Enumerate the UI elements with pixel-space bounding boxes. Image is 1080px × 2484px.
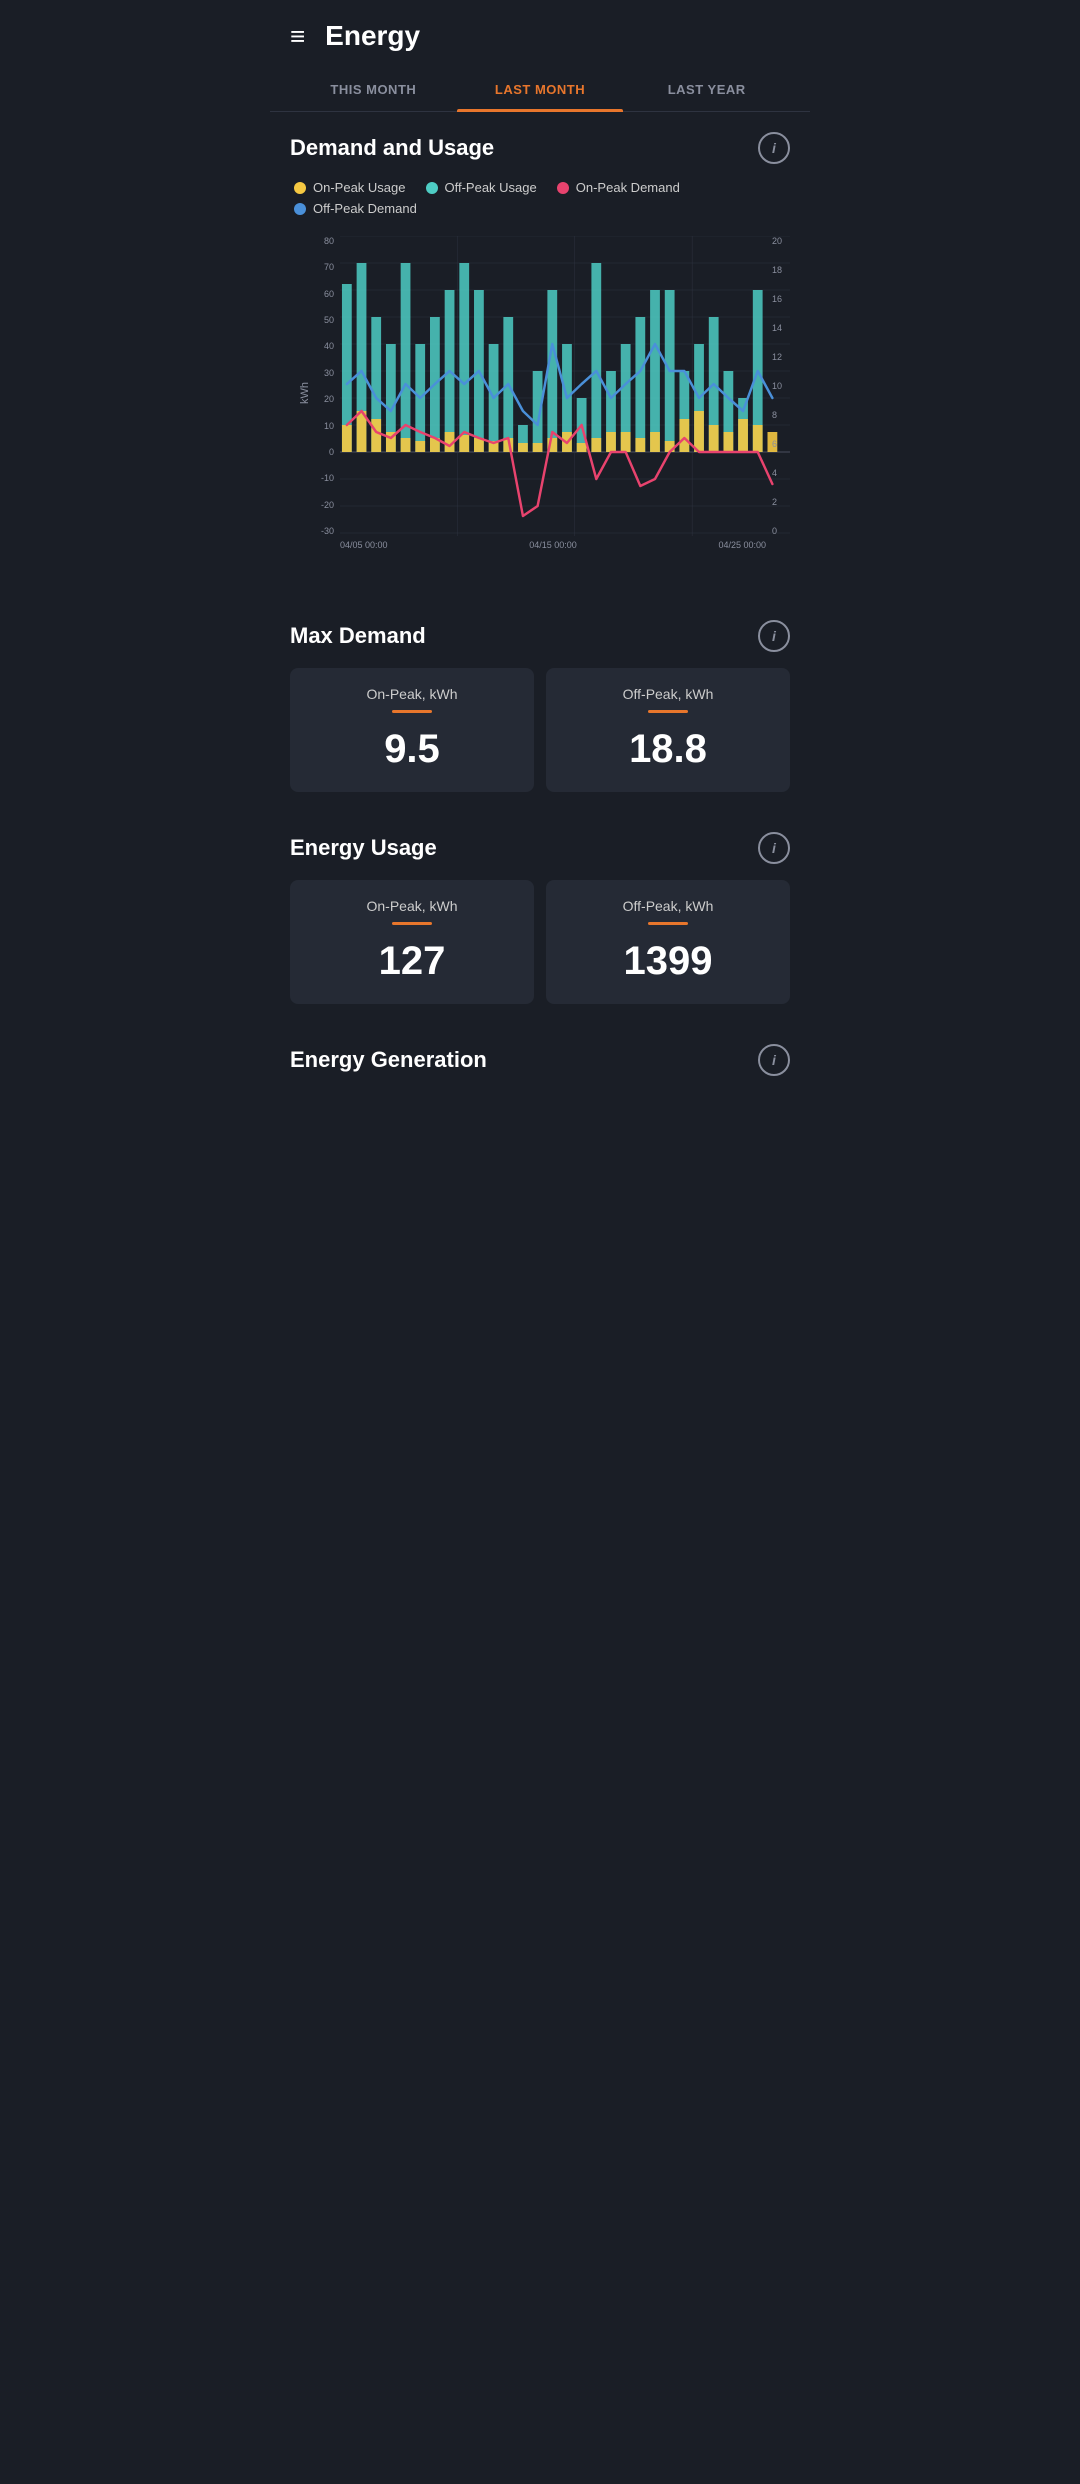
max-demand-on-peak-label: On-Peak, kWh <box>306 686 518 702</box>
energy-usage-off-peak-label: Off-Peak, kWh <box>562 898 774 914</box>
energy-generation-header: Energy Generation i <box>290 1044 790 1076</box>
demand-usage-section: Demand and Usage i On-Peak Usage Off-Pea… <box>270 112 810 580</box>
energy-generation-section: Energy Generation i <box>270 1024 810 1076</box>
menu-button[interactable]: ≡ <box>290 23 305 49</box>
max-demand-header: Max Demand i <box>290 620 790 652</box>
demand-usage-info-button[interactable]: i <box>758 132 790 164</box>
on-peak-demand-label: On-Peak Demand <box>576 180 680 195</box>
demand-usage-title: Demand and Usage <box>290 135 494 161</box>
energy-usage-off-peak-card: Off-Peak, kWh 1399 <box>546 880 790 1004</box>
demand-usage-header: Demand and Usage i <box>290 132 790 164</box>
tab-this-month[interactable]: THIS MONTH <box>290 68 457 111</box>
on-peak-usage-label: On-Peak Usage <box>313 180 406 195</box>
header: ≡ Energy <box>270 0 810 68</box>
max-demand-title: Max Demand <box>290 623 426 649</box>
max-demand-off-peak-card: Off-Peak, kWh 18.8 <box>546 668 790 792</box>
legend-off-peak-demand: Off-Peak Demand <box>294 201 417 216</box>
y-labels-left: 80 70 60 50 40 30 20 10 0 -10 -20 -30 <box>294 236 334 536</box>
energy-usage-section: Energy Usage i On-Peak, kWh 127 Off-Peak… <box>270 812 810 1004</box>
tab-last-month[interactable]: LAST MONTH <box>457 68 624 111</box>
energy-usage-off-peak-underline <box>648 922 688 925</box>
max-demand-off-peak-label: Off-Peak, kWh <box>562 686 774 702</box>
energy-usage-off-peak-value: 1399 <box>562 939 774 984</box>
chart-svg <box>340 236 790 536</box>
max-demand-section: Max Demand i On-Peak, kWh 9.5 Off-Peak, … <box>270 600 810 792</box>
chart-legend: On-Peak Usage Off-Peak Usage On-Peak Dem… <box>290 180 790 216</box>
energy-generation-info-button[interactable]: i <box>758 1044 790 1076</box>
tab-bar: THIS MONTH LAST MONTH LAST YEAR <box>270 68 810 112</box>
max-demand-off-peak-value: 18.8 <box>562 727 774 772</box>
max-demand-on-peak-card: On-Peak, kWh 9.5 <box>290 668 534 792</box>
energy-generation-title: Energy Generation <box>290 1047 487 1073</box>
off-peak-demand-label: Off-Peak Demand <box>313 201 417 216</box>
energy-usage-cards: On-Peak, kWh 127 Off-Peak, kWh 1399 <box>290 880 790 1004</box>
max-demand-cards: On-Peak, kWh 9.5 Off-Peak, kWh 18.8 <box>290 668 790 792</box>
demand-usage-chart: kWh 80 70 60 50 40 30 20 10 0 -10 -20 -3… <box>290 228 790 580</box>
max-demand-info-button[interactable]: i <box>758 620 790 652</box>
max-demand-on-peak-underline <box>392 710 432 713</box>
on-peak-usage-dot <box>294 182 306 194</box>
energy-usage-info-button[interactable]: i <box>758 832 790 864</box>
energy-usage-header: Energy Usage i <box>290 832 790 864</box>
energy-usage-on-peak-card: On-Peak, kWh 127 <box>290 880 534 1004</box>
energy-usage-on-peak-value: 127 <box>306 939 518 984</box>
legend-on-peak-demand: On-Peak Demand <box>557 180 680 195</box>
energy-usage-on-peak-underline <box>392 922 432 925</box>
legend-off-peak-usage: Off-Peak Usage <box>426 180 537 195</box>
max-demand-off-peak-underline <box>648 710 688 713</box>
energy-usage-title: Energy Usage <box>290 835 437 861</box>
energy-usage-on-peak-label: On-Peak, kWh <box>306 898 518 914</box>
tab-last-year[interactable]: LAST YEAR <box>623 68 790 111</box>
max-demand-on-peak-value: 9.5 <box>306 727 518 772</box>
legend-on-peak-usage: On-Peak Usage <box>294 180 406 195</box>
off-peak-usage-dot <box>426 182 438 194</box>
off-peak-usage-label: Off-Peak Usage <box>445 180 537 195</box>
off-peak-demand-dot <box>294 203 306 215</box>
page-title: Energy <box>325 20 420 52</box>
on-peak-demand-dot <box>557 182 569 194</box>
y-labels-right: 20 18 16 14 12 10 8 6 4 2 0 <box>772 236 796 536</box>
x-axis-labels: 04/05 00:00 04/15 00:00 04/25 00:00 <box>340 540 790 550</box>
